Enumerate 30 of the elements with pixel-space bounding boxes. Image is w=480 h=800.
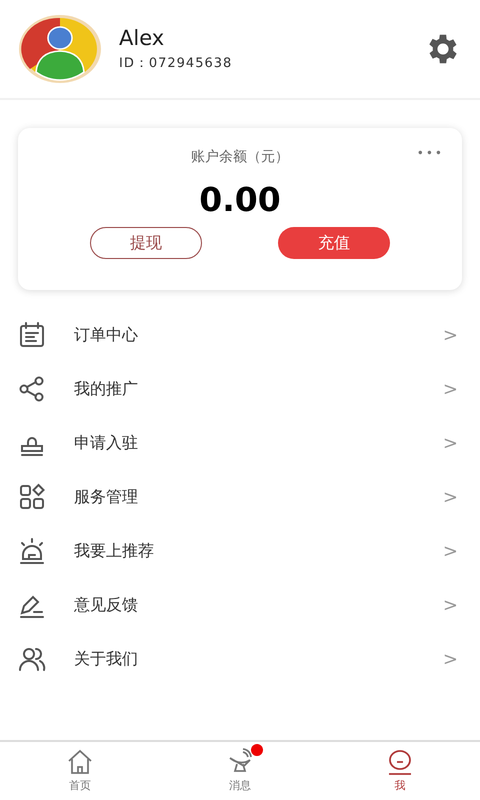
menu-item[interactable]: 我要上推荐 > [0, 524, 480, 578]
user-id: ID：072945638 [119, 55, 234, 72]
chevron-icon: > [442, 648, 458, 670]
chevron-icon: > [442, 594, 458, 616]
chevron-icon: > [442, 540, 458, 562]
avatar-icon [18, 14, 102, 84]
tab[interactable]: 首页 [0, 742, 160, 800]
menu-item[interactable]: 申请入驻 > [0, 416, 480, 470]
balance-label: 账户余额（元） [191, 148, 289, 166]
chevron-icon: > [442, 324, 458, 346]
share-icon [18, 375, 46, 403]
user-name: Alex [119, 26, 166, 50]
tab[interactable]: 消息 [160, 742, 320, 800]
menu-item[interactable]: 关于我们 > [0, 632, 480, 686]
menu-item[interactable]: 服务管理 > [0, 470, 480, 524]
chevron-icon: > [442, 486, 458, 508]
menu-item[interactable]: 我的推广 > [0, 362, 480, 416]
menu-item[interactable]: 意见反馈 > [0, 578, 480, 632]
withdraw-button[interactable]: 提现 [90, 227, 202, 259]
more-icon[interactable]: ••• [416, 146, 444, 160]
calendar-icon [18, 321, 46, 349]
menu-item[interactable]: 订单中心 > [0, 308, 480, 362]
chevron-icon: > [442, 378, 458, 400]
balance-amount: 0.00 [199, 180, 281, 219]
recharge-button[interactable]: 充值 [278, 227, 390, 259]
alarm-icon [18, 537, 46, 565]
chevron-icon: > [442, 432, 458, 454]
people-icon [18, 645, 46, 673]
tab[interactable]: 我 [320, 742, 480, 800]
grid-icon [18, 483, 46, 511]
